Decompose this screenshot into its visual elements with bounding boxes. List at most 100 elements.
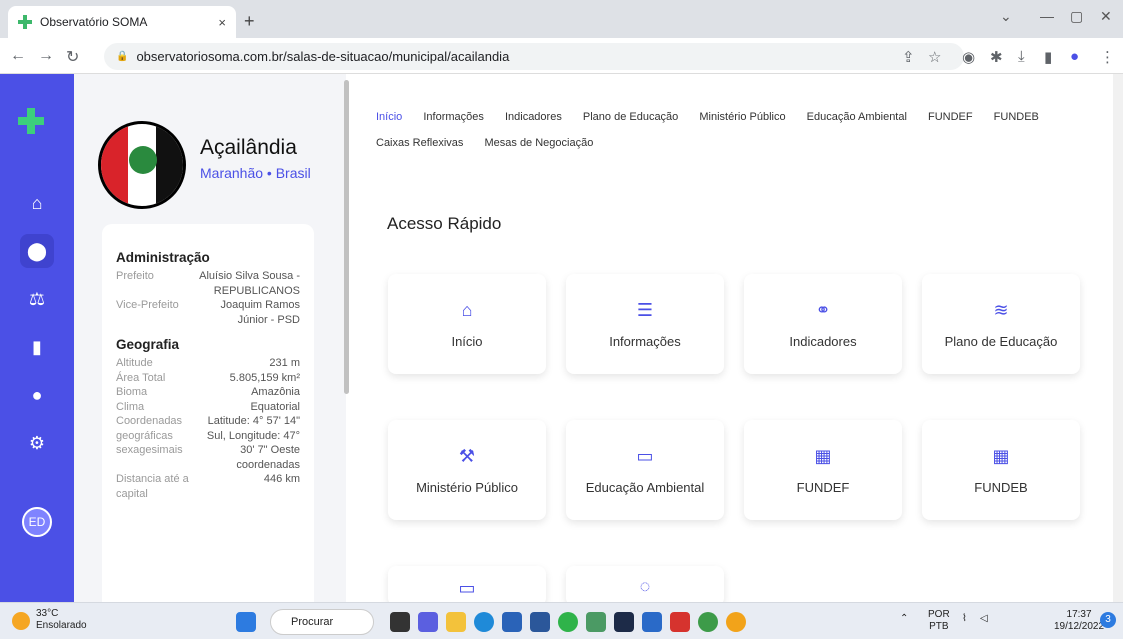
quick-access-title: Acesso Rápido [387,214,502,233]
browser-tab-bar: Observatório SOMA × + ⌄ — ▢ ✕ [0,0,1123,38]
weather-sun-icon [12,612,30,630]
tile-informacoes[interactable]: ☰ Informações [566,274,724,374]
nodes-icon: ⚭ [815,299,831,320]
new-tab-button[interactable]: + [244,11,255,32]
tab-title: Observatório SOMA [40,15,148,29]
site-favicon-icon [18,15,32,29]
admin-section-title: Administração [116,250,210,265]
forward-icon[interactable]: → [38,47,54,65]
powerbi-icon[interactable] [614,612,634,632]
url-field[interactable]: 🔒 observatoriosoma.com.br/salas-de-situa… [104,43,964,70]
settings-gear-icon[interactable]: ⚙ [20,426,54,460]
texstudio-icon[interactable] [642,612,662,632]
nav-link-plano-educacao[interactable]: Plano de Educação [583,111,678,123]
info-pane-scrollbar[interactable] [344,80,349,394]
gavel-icon: ⚒ [458,445,476,466]
volume-icon[interactable]: ◁ [980,613,988,625]
bar-chart-icon[interactable]: ▮ [20,330,54,364]
nav-link-inicio[interactable]: Início [376,111,402,123]
detail-row: Clima Equatorial [116,400,300,413]
evernote-icon[interactable] [698,612,718,632]
word-icon[interactable] [530,612,550,632]
page-scrollbar[interactable] [1113,74,1123,602]
tile-indicadores[interactable]: ⚭ Indicadores [744,274,902,374]
tile-mesas-negociacao[interactable]: ◌ [566,566,724,606]
sidepanel-icon[interactable]: ▮ [1044,48,1052,66]
close-window-icon[interactable]: ✕ [1100,8,1112,25]
municipality-name: Açailândia [200,136,297,159]
chat-app-icon[interactable] [418,612,438,632]
chat-bubble-icon[interactable]: ● [20,378,54,412]
nav-link-indicadores[interactable]: Indicadores [505,111,562,123]
wifi-icon[interactable]: ⌇ [962,613,967,625]
nav-link-mesas-negociacao[interactable]: Mesas de Negociação [484,137,593,149]
layers-icon: ≋ [993,299,1009,320]
detail-row: Bioma Amazônia [116,386,300,398]
address-bar: ← → ↻ 🔒 observatoriosoma.com.br/salas-de… [0,38,1123,74]
detail-row: Altitude 231 m [116,357,300,369]
tile-educacao-ambiental[interactable]: ▭ Educação Ambiental [566,420,724,520]
detail-row: Coordenadas geográficas sexagesimais Lati… [116,415,300,471]
home-icon: ⌂ [461,299,473,320]
download-icon[interactable]: ⤓ [1018,48,1025,65]
chat-icon: ▭ [458,578,476,598]
whatsapp-icon[interactable] [558,612,578,632]
home-icon[interactable]: ⌂ [20,186,54,220]
edge-icon[interactable] [474,612,494,632]
calculator-icon[interactable] [586,612,606,632]
browser-tab[interactable]: Observatório SOMA × [8,6,236,38]
tab-close-icon[interactable]: × [218,15,226,30]
tile-fundef[interactable]: ▦ FUNDEF [744,420,902,520]
profile-icon[interactable]: ● [1070,48,1079,65]
geo-section-title: Geografia [116,337,180,352]
soma-logo[interactable] [18,108,44,134]
clock[interactable]: 17:37 19/12/2022 [1054,609,1104,633]
chrome-icon[interactable] [726,612,746,632]
nav-link-informacoes[interactable]: Informações [423,111,484,123]
municipality-location: Maranhão • Brasil [200,165,311,181]
store-icon[interactable] [502,612,522,632]
tab-search-icon[interactable]: ⌄ [1000,8,1012,25]
taskbar-search[interactable]: Procurar [270,609,374,635]
notification-badge[interactable]: 3 [1100,612,1116,628]
bookmark-star-icon[interactable]: ☆ [928,48,941,66]
menu-icon[interactable]: ⋮ [1100,48,1115,66]
acrobat-icon[interactable] [670,612,690,632]
language-indicator[interactable]: POR PTB [928,609,950,633]
share-icon[interactable]: ⇪ [902,48,915,66]
tile-plano-educacao[interactable]: ≋ Plano de Educação [922,274,1080,374]
tile-ministerio-publico[interactable]: ⚒ Ministério Público [388,420,546,520]
tile-caixas-reflexivas[interactable]: ▭ [388,566,546,606]
nav-link-fundef[interactable]: FUNDEF [928,111,973,123]
extension-icon[interactable]: ◉ [962,48,975,66]
location-pin-icon[interactable]: ⬤ [20,234,54,268]
back-icon[interactable]: ← [10,47,26,65]
top-navigation: Início Informações Indicadores Plano de … [376,98,1106,150]
restore-icon[interactable]: ▢ [1070,8,1083,25]
grid-icon: ▦ [814,445,832,466]
nav-link-fundeb[interactable]: FUNDEB [994,111,1039,123]
windows-start-icon[interactable] [236,612,256,632]
detail-row: Distancia até a capital 446 km [116,473,300,500]
scales-icon[interactable]: ⚖ [20,282,54,316]
puzzle-icon[interactable]: ✱ [990,48,1003,66]
nav-link-ministerio-publico[interactable]: Ministério Público [699,111,785,123]
lines-icon: ☰ [636,299,654,320]
chat-icon: ▭ [636,445,654,466]
detail-row: Área Total 5.805,159 km² [116,371,300,384]
tile-fundeb[interactable]: ▦ FUNDEB [922,420,1080,520]
weather-widget[interactable]: 33°C Ensolarado [36,608,87,632]
reload-icon[interactable]: ↻ [66,47,79,67]
nav-link-caixas-reflexivas[interactable]: Caixas Reflexivas [376,137,463,149]
user-avatar[interactable]: ED [22,507,52,537]
nav-link-educacao-ambiental[interactable]: Educação Ambiental [807,111,907,123]
url-text: observatoriosoma.com.br/salas-de-situaca… [136,49,510,64]
detail-row: Vice-Prefeito Joaquim Ramos Júnior - PSD [116,299,300,326]
grid-icon: ▦ [992,445,1010,466]
tile-inicio[interactable]: ⌂ Início [388,274,546,374]
tray-expand-icon[interactable]: ⌃ [900,613,908,625]
file-explorer-icon[interactable] [446,612,466,632]
lock-icon: 🔒 [116,51,129,62]
minimize-icon[interactable]: — [1040,8,1054,24]
task-view-icon[interactable] [390,612,410,632]
